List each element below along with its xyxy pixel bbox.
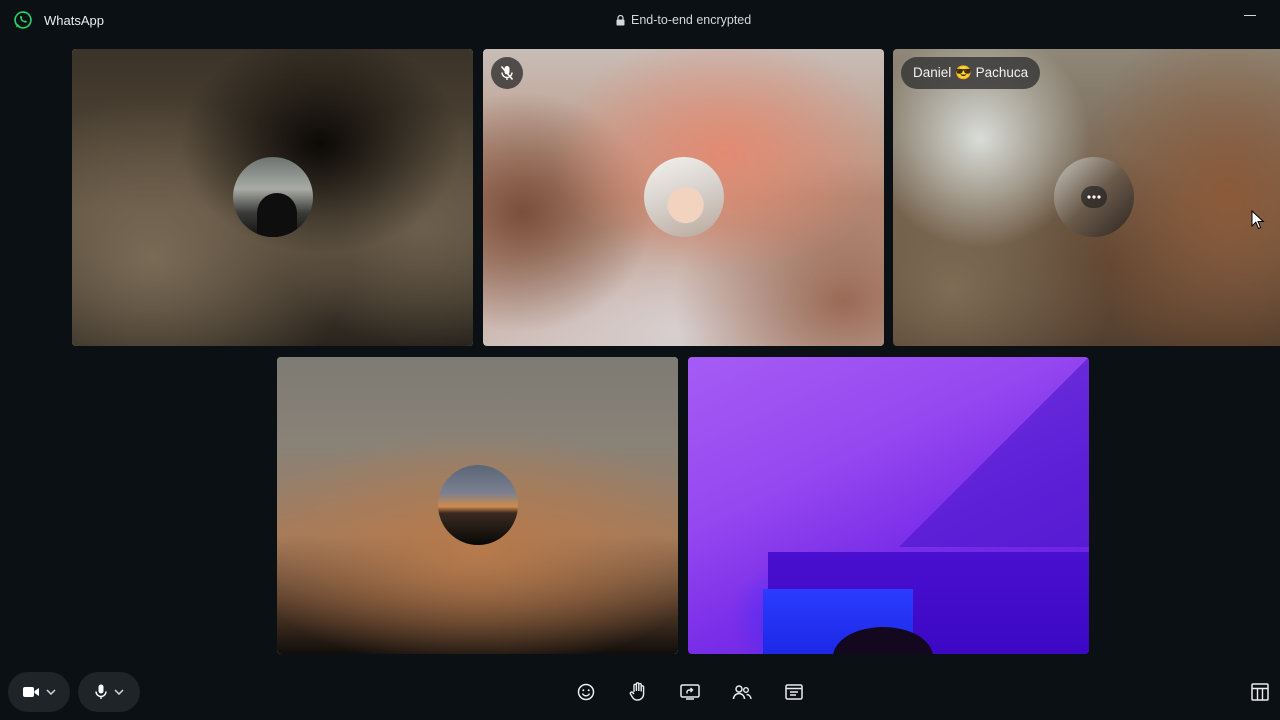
layout-icon [1251, 683, 1269, 701]
participant-tile[interactable] [483, 49, 884, 346]
more-options-button[interactable] [1081, 186, 1107, 208]
encryption-status: End-to-end encrypted [616, 13, 751, 27]
minimize-button[interactable] [1244, 15, 1256, 16]
app-title: WhatsApp [44, 13, 104, 28]
mouse-cursor-icon [1251, 210, 1265, 230]
participant-avatar [438, 465, 518, 545]
participant-tile[interactable] [72, 49, 473, 346]
share-screen-button[interactable] [678, 680, 702, 704]
lock-icon [616, 14, 625, 25]
microphone-icon[interactable] [94, 684, 108, 700]
raise-hand-button[interactable] [626, 680, 650, 704]
participant-name-chip: Daniel 😎 Pachuca [901, 57, 1041, 89]
microphone-control[interactable] [78, 672, 140, 712]
ellipsis-icon [1087, 195, 1101, 199]
emoji-reaction-icon [577, 683, 595, 701]
captions-button[interactable] [782, 680, 806, 704]
camera-control[interactable] [8, 672, 70, 712]
participant-tile[interactable] [277, 357, 678, 654]
chevron-down-icon[interactable] [114, 689, 124, 695]
whatsapp-logo-icon [14, 11, 32, 29]
raise-hand-icon [629, 682, 645, 701]
muted-microphone-icon [491, 57, 523, 89]
participants-icon [732, 685, 752, 700]
chevron-down-icon[interactable] [46, 689, 56, 695]
emoji-reaction-button[interactable] [574, 680, 598, 704]
video-camera-icon[interactable] [22, 685, 40, 699]
participant-avatar [644, 157, 724, 237]
participant-video-tile[interactable] [688, 357, 1089, 654]
layout-button[interactable] [1248, 680, 1272, 704]
participants-button[interactable] [730, 680, 754, 704]
share-screen-icon [680, 684, 700, 700]
call-controls-bar [0, 664, 1280, 720]
captions-icon [785, 684, 803, 700]
title-bar: WhatsApp End-to-end encrypted [0, 0, 1280, 40]
participant-avatar [233, 157, 313, 237]
encryption-label: End-to-end encrypted [631, 13, 752, 27]
participant-tile[interactable]: Daniel 😎 Pachuca [893, 49, 1280, 346]
